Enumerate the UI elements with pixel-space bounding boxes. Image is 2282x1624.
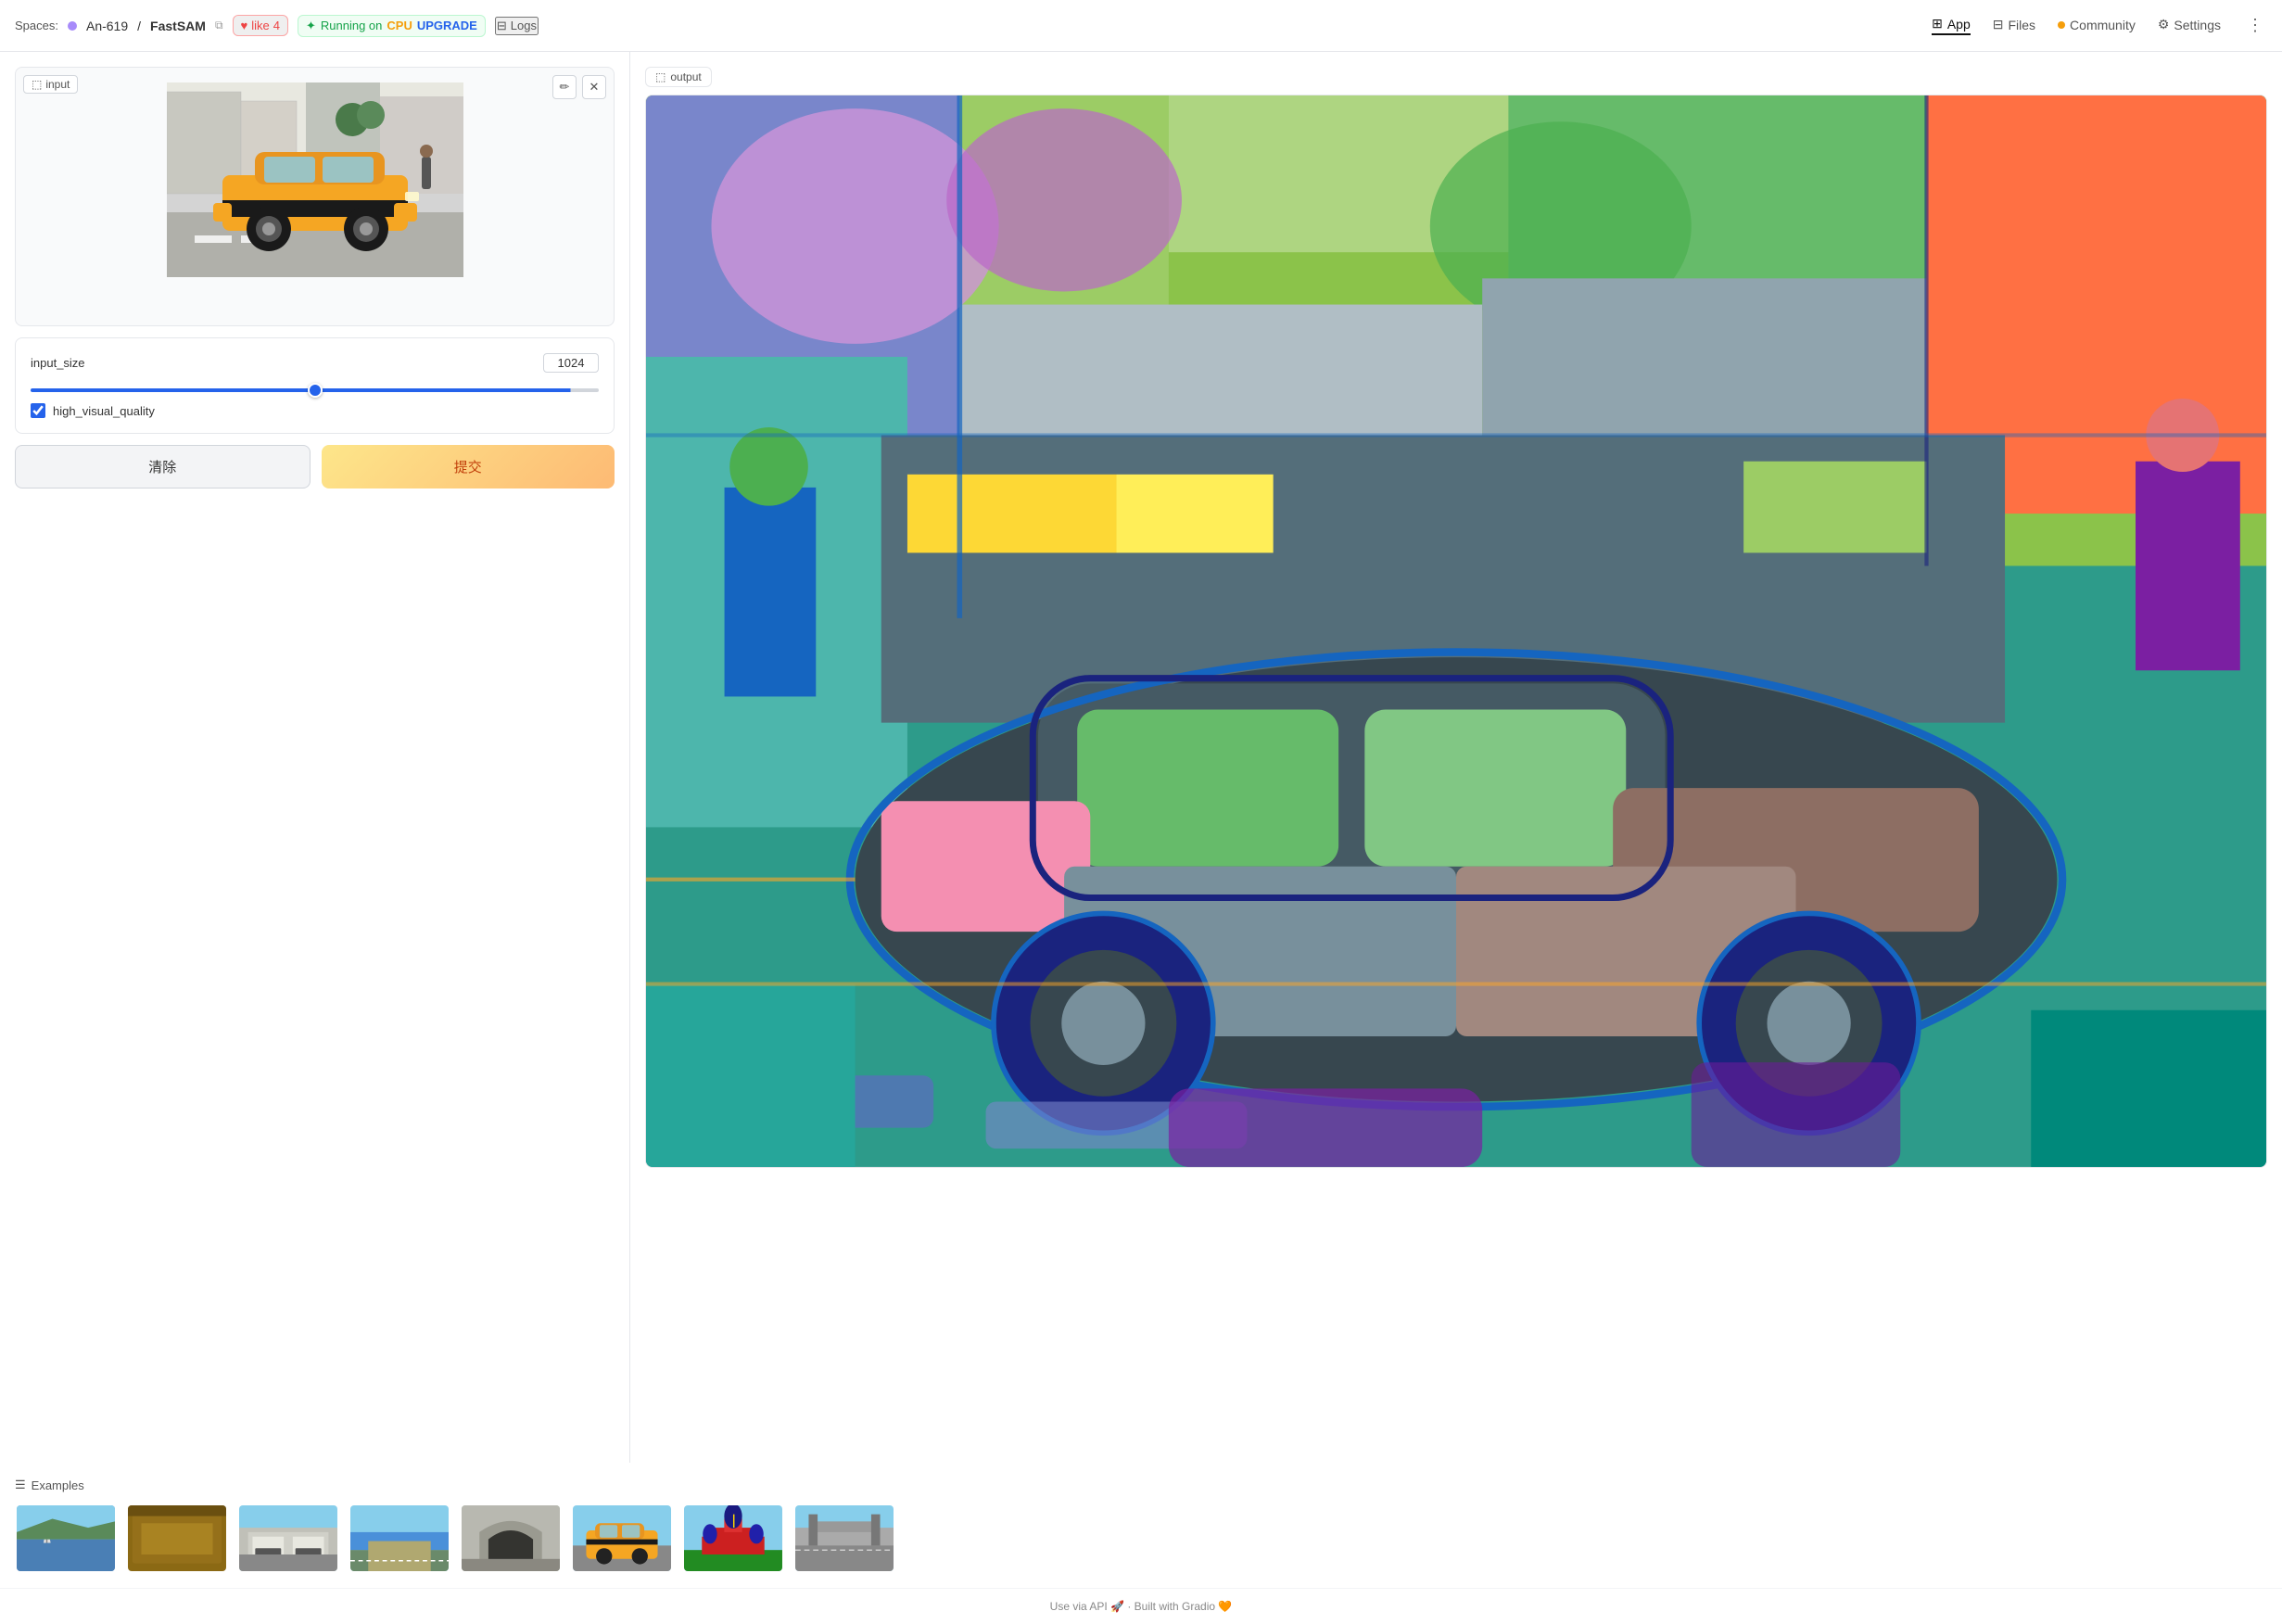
examples-grid: [15, 1503, 2267, 1573]
more-menu-button[interactable]: ⋮: [2243, 12, 2267, 39]
input-size-value: 1024: [543, 353, 599, 373]
examples-section: ☰ Examples: [0, 1463, 2282, 1588]
copy-icon[interactable]: ⧉: [215, 19, 223, 32]
example-img-5: [462, 1505, 560, 1572]
input-image-box: ⬚ input ✏ ✕: [15, 67, 615, 326]
input-size-label: input_size: [31, 356, 85, 370]
nav-app-label: App: [1947, 17, 1971, 32]
api-icon: 🚀: [1110, 1600, 1124, 1613]
example-thumb-7[interactable]: [682, 1503, 784, 1573]
submit-button[interactable]: 提交: [322, 445, 615, 488]
nav-app[interactable]: ⊞ App: [1932, 16, 1971, 35]
heart-icon: ♥: [241, 19, 248, 32]
plus-icon: ✦: [306, 19, 316, 33]
example-img-6: [573, 1505, 671, 1572]
example-thumb-4[interactable]: [349, 1503, 450, 1573]
high-quality-label[interactable]: high_visual_quality: [53, 404, 155, 418]
settings-icon: ⚙: [2158, 17, 2170, 32]
examples-label: Examples: [32, 1478, 84, 1492]
gradio-icon: 🧡: [1218, 1600, 1232, 1613]
action-buttons: 清除 提交: [15, 445, 615, 488]
space-owner: An-619: [86, 19, 128, 33]
nav-community[interactable]: Community: [2058, 18, 2136, 34]
nav-files[interactable]: ⊟ Files: [1993, 17, 2035, 34]
space-name: FastSAM: [150, 19, 206, 33]
nav-community-label: Community: [2070, 18, 2136, 32]
edit-image-button[interactable]: ✏: [552, 75, 577, 99]
running-badge[interactable]: ✦ Running on CPU UPGRADE: [298, 15, 486, 37]
example-img-3: [239, 1505, 337, 1572]
input-label: ⬚ input: [23, 75, 78, 94]
nav-settings-label: Settings: [2174, 18, 2221, 32]
example-img-7: [684, 1505, 782, 1572]
api-label: Use via API: [1050, 1600, 1108, 1613]
community-dot: [2058, 21, 2065, 29]
spaces-label: Spaces:: [15, 19, 58, 32]
image-icon: ⬚: [32, 78, 42, 91]
like-count: 4: [273, 19, 280, 32]
example-thumb-3[interactable]: [237, 1503, 339, 1573]
logs-label: Logs: [511, 19, 537, 32]
cpu-label: CPU: [387, 19, 412, 32]
nav-settings[interactable]: ⚙ Settings: [2158, 17, 2221, 34]
upgrade-label: UPGRADE: [417, 19, 477, 32]
controls-box: input_size 1024 high_visual_quality: [15, 337, 615, 434]
input-size-slider[interactable]: [31, 388, 599, 392]
example-img-2: [128, 1505, 226, 1572]
input-image-area: [16, 68, 614, 285]
example-thumb-5[interactable]: [460, 1503, 562, 1573]
space-status-dot: [68, 21, 77, 31]
example-thumb-2[interactable]: [126, 1503, 228, 1573]
output-image-box: [645, 95, 2267, 1168]
high-quality-checkbox[interactable]: [31, 403, 45, 418]
example-thumb-1[interactable]: [15, 1503, 117, 1573]
example-img-4: [350, 1505, 449, 1572]
like-label: like: [251, 19, 270, 32]
output-icon: ⬚: [655, 70, 666, 83]
list-icon: ☰: [15, 1478, 26, 1492]
example-thumb-8[interactable]: [793, 1503, 895, 1573]
example-thumb-6[interactable]: [571, 1503, 673, 1573]
input-car-svg: [167, 82, 463, 277]
app-icon: ⊞: [1932, 16, 1943, 32]
running-text: Running on: [321, 19, 383, 32]
clear-image-button[interactable]: ✕: [582, 75, 606, 99]
clear-button[interactable]: 清除: [15, 445, 311, 488]
image-controls: ✏ ✕: [552, 75, 606, 99]
separator: /: [137, 19, 141, 33]
footer: Use via API 🚀 · Built with Gradio 🧡: [0, 1588, 2282, 1624]
example-img-8: [795, 1505, 894, 1572]
nav-files-label: Files: [2008, 18, 2035, 32]
logs-icon: ⊟: [497, 19, 507, 33]
like-button[interactable]: ♥ like 4: [233, 15, 288, 36]
output-segmentation-svg: [646, 95, 2266, 1167]
output-label: ⬚ output: [645, 67, 712, 87]
logs-button[interactable]: ⊟ Logs: [495, 17, 539, 35]
example-img-1: [17, 1505, 115, 1572]
files-icon: ⊟: [1993, 17, 2004, 32]
footer-separator: ·: [1127, 1600, 1134, 1613]
built-label: Built with Gradio: [1135, 1600, 1215, 1613]
examples-header: ☰ Examples: [15, 1478, 2267, 1492]
